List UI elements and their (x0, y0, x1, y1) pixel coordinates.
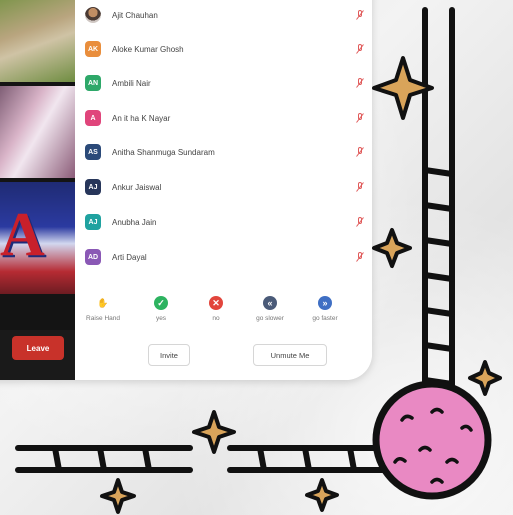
doodle-decorations (15, 7, 502, 514)
pink-dot-circle (372, 380, 492, 500)
